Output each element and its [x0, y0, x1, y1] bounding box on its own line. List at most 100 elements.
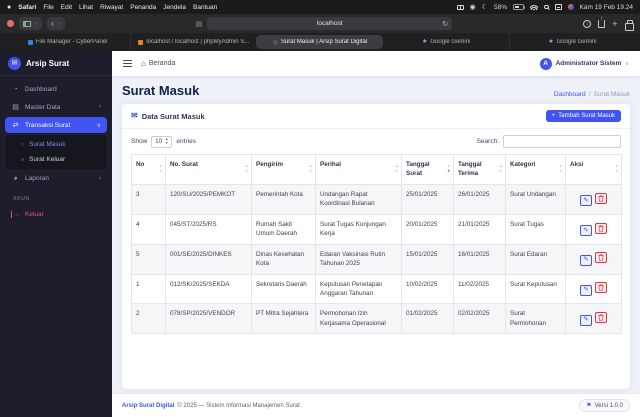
- col-header-no[interactable]: No ▲ ▼: [131, 154, 166, 185]
- menubar-item-bantuan[interactable]: Bantuan: [193, 4, 217, 11]
- page-length-select[interactable]: 10 ▲ ▼: [151, 135, 173, 148]
- sidebar-item-label: Laporan: [25, 175, 49, 182]
- plus-icon: +: [551, 113, 556, 119]
- cell-kategori: Surat Undangan: [505, 183, 566, 215]
- sidebar-item-master-data[interactable]: ▤ Master Data ‹: [5, 99, 107, 115]
- apple-logo-icon[interactable]: ●: [7, 4, 11, 11]
- control-center-icon[interactable]: [567, 4, 574, 10]
- cell-perihal: Permohonan Izin Kerjasama Operasional: [315, 303, 402, 335]
- menubar-item-penanda[interactable]: Penanda: [130, 4, 156, 11]
- menubar-item-edit[interactable]: Edit: [61, 4, 72, 11]
- sidebar-item-surat-keluar[interactable]: ○ Surat Keluar: [6, 152, 106, 167]
- tab-phpmyadmin[interactable]: localhost / localhost | phpMyAdmin S...: [130, 33, 256, 51]
- moon-icon[interactable]: ☾: [482, 4, 488, 11]
- page-title: Surat Masuk: [122, 83, 200, 98]
- forward-button[interactable]: ›: [58, 19, 61, 28]
- address-bar[interactable]: localhost ↻: [207, 17, 453, 30]
- delete-button[interactable]: [595, 282, 607, 294]
- sidebar-item-label: Transaksi Surat: [25, 121, 71, 129]
- sidebar-item-laporan[interactable]: ◕ Laporan ‹: [5, 171, 107, 186]
- cell-aksi: ✎: [565, 213, 622, 245]
- delete-button[interactable]: [595, 252, 607, 264]
- gauge-icon: ◔: [13, 86, 18, 93]
- col-header-tanggal-surat[interactable]: Tanggal Surat ▲ ▼: [401, 154, 454, 185]
- sidebar-item-dashboard[interactable]: ◔ Dashboard: [5, 82, 107, 97]
- col-header-tanggal-terima[interactable]: Tanggal Terima ▲ ▼: [453, 154, 506, 185]
- phpmyadmin-favicon: [138, 39, 144, 45]
- tab-surat-masuk-active[interactable]: Surat Masuk | Arsip Surat Digital: [256, 35, 383, 49]
- battery-icon[interactable]: [513, 4, 526, 10]
- window-tiling-icon[interactable]: [457, 4, 464, 10]
- sidebar-item-transaksi-surat[interactable]: ⇄ Transaksi Surat ∨: [5, 117, 107, 133]
- trash-icon: [598, 195, 604, 202]
- tab-overview-icon[interactable]: [625, 20, 634, 31]
- edit-button[interactable]: ✎: [580, 284, 592, 296]
- downloads-icon[interactable]: ↓: [583, 19, 592, 28]
- sidebar-toggle-group[interactable]: ∨: [18, 17, 43, 30]
- cell-tanggal-surat: 25/01/2025: [401, 183, 454, 215]
- tab-google-gemini-1[interactable]: ★ Google Gemini: [383, 33, 509, 51]
- trash-icon: [598, 314, 604, 321]
- window-close-button[interactable]: [7, 20, 14, 27]
- cell-pengirim: Pemerintah Kota: [251, 183, 316, 215]
- edit-button[interactable]: ✎: [580, 224, 592, 236]
- tab-label: Google Gemini: [430, 39, 471, 45]
- add-surat-masuk-button[interactable]: + Tambah Surat Masuk: [545, 110, 621, 122]
- col-header-pengirim[interactable]: Pengirim ▲ ▼: [251, 154, 316, 185]
- menubar-item-lihat[interactable]: Lihat: [79, 4, 93, 11]
- delete-button[interactable]: [595, 312, 607, 324]
- edit-button[interactable]: ✎: [580, 254, 592, 266]
- menubar-item-jendela[interactable]: Jendela: [163, 4, 186, 11]
- shield-icon[interactable]: ◉: [470, 4, 476, 11]
- sidebar-item-label: Keluar: [25, 211, 44, 218]
- brand[interactable]: ✉ Arsip Surat: [0, 51, 112, 76]
- breadcrumb-dashboard-link[interactable]: Dashboard: [554, 91, 586, 98]
- chevron-down-icon: ∨: [96, 122, 101, 129]
- reader-view-icon[interactable]: ▤: [196, 20, 203, 28]
- col-header-aksi[interactable]: Aksi ▲ ▼: [565, 154, 622, 185]
- new-tab-icon[interactable]: +: [612, 19, 617, 29]
- cell-tanggal-surat: 15/01/2025: [401, 243, 454, 275]
- logout-icon: →: [11, 211, 20, 218]
- cell-pengirim: Dinas Kesehatan Kota: [251, 243, 316, 275]
- footer-brand[interactable]: Arsip Surat Digital: [122, 403, 174, 409]
- col-header-kategori[interactable]: Kategori ▲ ▼: [505, 154, 566, 185]
- search-input[interactable]: [503, 135, 621, 148]
- col-header-perihal[interactable]: Perihal ▲ ▼: [315, 154, 402, 185]
- col-header-no-surat[interactable]: No. Surat ▲ ▼: [165, 154, 252, 185]
- cell-tanggal-surat: 20/01/2025: [401, 213, 454, 245]
- reload-icon[interactable]: ↻: [442, 20, 448, 28]
- sort-icon: ▲ ▼: [614, 164, 619, 173]
- gemini-favicon: ★: [548, 39, 554, 45]
- chevron-down-icon: ∨: [34, 20, 39, 27]
- input-source-icon[interactable]: [554, 4, 562, 10]
- screen: ● Safari File Edit Lihat Riwayat Penanda…: [0, 0, 640, 417]
- sidebar-item-surat-masuk[interactable]: ○ Surat Masuk: [6, 137, 106, 152]
- spotlight-search-icon[interactable]: [544, 4, 549, 10]
- pencil-icon: ✎: [583, 286, 589, 294]
- tab-label: localhost / localhost | phpMyAdmin S...: [146, 39, 250, 45]
- share-icon[interactable]: [598, 19, 606, 28]
- user-menu[interactable]: A Administrator Sistem ∨: [539, 57, 629, 70]
- safari-toolbar: ∨ ‹ › ▤ localhost ↻ ↓ +: [0, 14, 640, 33]
- menubar-clock[interactable]: Kam 19 Feb 19.24: [580, 4, 633, 11]
- menubar-item-safari[interactable]: Safari: [18, 4, 36, 11]
- edit-button[interactable]: ✎: [580, 195, 592, 206]
- delete-button[interactable]: [595, 222, 607, 234]
- menubar-status-area: ◉ ☾ 58% Kam 19 Feb 19.24: [457, 4, 633, 11]
- toolbar-right-actions: ↓ +: [583, 19, 634, 31]
- sidebar-item-keluar[interactable]: → Keluar: [5, 207, 107, 222]
- menubar-item-riwayat[interactable]: Riwayat: [100, 4, 123, 11]
- back-button[interactable]: ‹: [51, 19, 54, 28]
- topbar-home-link[interactable]: ⌂ Beranda: [141, 59, 175, 68]
- delete-button[interactable]: [595, 192, 607, 204]
- sidebar-toggle-icon[interactable]: [123, 60, 132, 67]
- tab-file-manager[interactable]: File Manager - CyberPanel: [5, 33, 130, 51]
- cell-no: 4: [131, 213, 166, 245]
- version-label: Versi 1.0.0: [594, 402, 623, 409]
- tab-google-gemini-2[interactable]: ★ Google Gemini: [508, 33, 635, 51]
- wifi-icon[interactable]: [530, 4, 539, 10]
- edit-button[interactable]: ✎: [580, 314, 592, 326]
- menubar-item-file[interactable]: File: [43, 4, 53, 11]
- brand-envelope-icon: ✉: [8, 56, 21, 70]
